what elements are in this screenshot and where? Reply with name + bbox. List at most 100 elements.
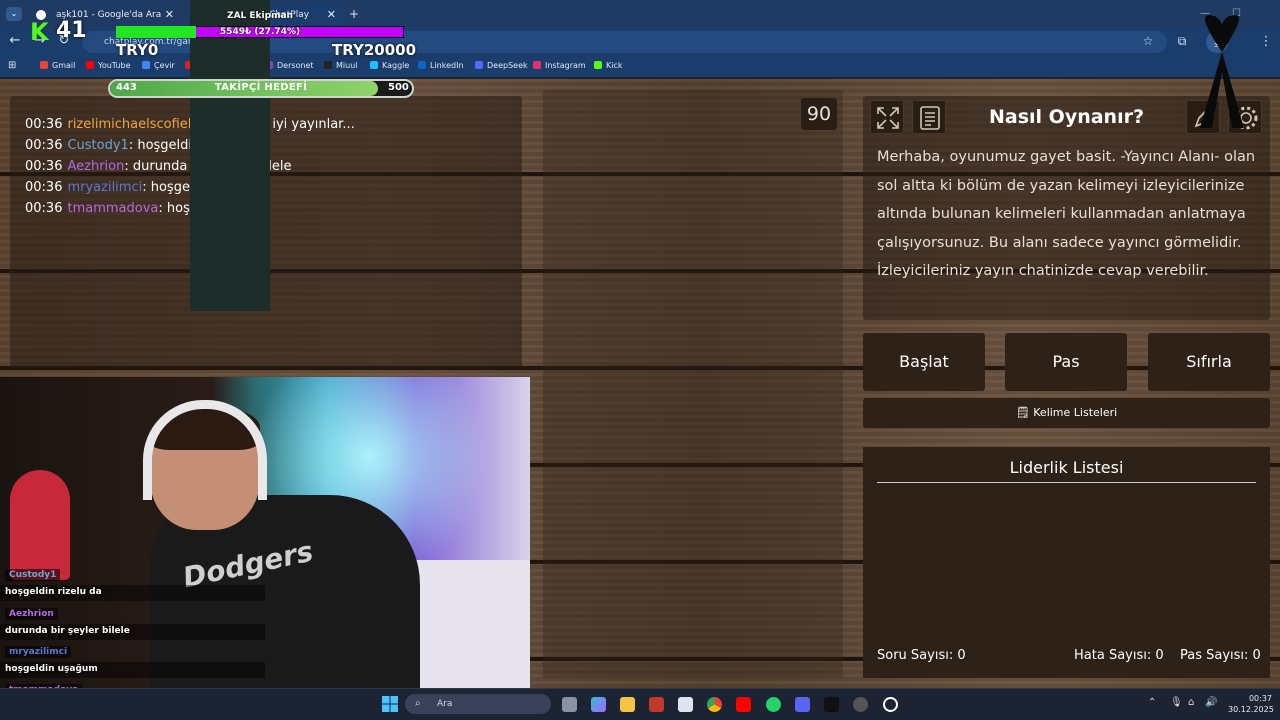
- bookmark-label: LinkedIn: [430, 61, 464, 70]
- copilot-icon[interactable]: [591, 697, 606, 712]
- clock-time: 00:37: [1248, 694, 1272, 703]
- bookmark-label: YouTube: [98, 61, 131, 70]
- whatsapp-icon[interactable]: [766, 697, 781, 712]
- bookmark-miuul[interactable]: Miuul: [324, 61, 358, 70]
- bookmark-kaggle[interactable]: Kaggle: [370, 61, 409, 70]
- start-button[interactable]: Başlat: [863, 333, 985, 391]
- apps-grid-icon[interactable]: ⊞: [8, 60, 16, 71]
- miuul-icon: [324, 61, 332, 69]
- webcam-chair: [10, 470, 70, 580]
- timer-display: 90: [801, 98, 837, 130]
- word-lists-button[interactable]: 🗒 Kelime Listeleri: [863, 398, 1270, 428]
- network-icon[interactable]: ⌂: [1188, 697, 1194, 708]
- chat-username[interactable]: Custody1: [67, 138, 128, 153]
- kick-icon: [594, 61, 602, 69]
- overlay-username: mryazilimci: [5, 646, 72, 658]
- overlay-message: hoşgeldin uşağum: [5, 664, 98, 674]
- bookmark--evir[interactable]: Çevir: [142, 61, 175, 70]
- bookmark-label: DeepSeek: [487, 61, 528, 70]
- star-icon[interactable]: ☆: [1138, 34, 1158, 48]
- chat-username[interactable]: rizelimichaelscofield: [67, 117, 199, 132]
- word-lists-label: Kelime Listeleri: [1033, 406, 1118, 419]
- follower-goal-current: 443: [116, 82, 137, 93]
- chat-time: 00:36: [25, 138, 63, 153]
- menu-icon[interactable]: ⋮: [1256, 34, 1276, 49]
- follower-goal-title: TAKİPÇİ HEDEFİ: [214, 82, 308, 93]
- bookmark-label: Gmail: [52, 61, 76, 70]
- microphone-icon[interactable]: 🎙: [1170, 697, 1183, 708]
- black-ribbon-icon: [1200, 15, 1244, 128]
- chrome-icon[interactable]: [707, 697, 722, 712]
- taskbar: [0, 688, 1280, 720]
- chat-username[interactable]: tmammadova: [67, 201, 158, 216]
- donation-goal-progress: 5549₺ (27.74%): [219, 27, 301, 37]
- how-to-play-text: Merhaba, oyunumuz gayet basit. -Yayıncı …: [877, 149, 1256, 279]
- capcut-icon[interactable]: [824, 697, 839, 712]
- task-view-icon[interactable]: [562, 697, 577, 712]
- kick-logo: K: [30, 18, 50, 46]
- leaderboard-divider: [877, 482, 1256, 483]
- streamer-area: [543, 90, 843, 678]
- store-icon[interactable]: [678, 697, 693, 712]
- extensions-icon[interactable]: ⧉: [1172, 34, 1192, 49]
- new-tab-button[interactable]: +: [349, 7, 359, 21]
- discord-icon[interactable]: [795, 697, 810, 712]
- bookmark-label: Instagram: [545, 61, 586, 70]
- bookmark-label: Kick: [606, 61, 623, 70]
- bookmark-kick[interactable]: Kick: [594, 61, 623, 70]
- back-icon[interactable]: ←: [5, 33, 25, 48]
- tab-search-button[interactable]: ⌄: [6, 7, 22, 21]
- goal-max-label: TRY20000: [332, 41, 417, 59]
- question-count: Soru Sayısı: 0: [877, 648, 966, 663]
- youtube-icon[interactable]: [736, 697, 751, 712]
- goal-min-label: TRY0: [116, 41, 159, 59]
- webcam-wall: [190, 0, 270, 311]
- leaderboard-title: Liderlik Listesi: [1009, 458, 1124, 477]
- taskbar-search-placeholder: Ara: [437, 699, 453, 709]
- clock-date: 30.12.2025: [1228, 705, 1274, 714]
- obs-icon[interactable]: [853, 697, 868, 712]
- bookmark-deepseek[interactable]: DeepSeek: [475, 61, 528, 70]
- bookmark-label: Kaggle: [382, 61, 410, 70]
- bookmark-dersonet[interactable]: Dersonet: [265, 61, 314, 70]
- linkedin-icon: [418, 61, 426, 69]
- overlay-message: hoşgeldin rizelu da: [5, 587, 102, 597]
- pass-count: Pas Sayısı: 0: [1180, 648, 1261, 663]
- app-icon[interactable]: [649, 697, 664, 712]
- kaggle-icon: [370, 61, 378, 69]
- bookmark-linkedin[interactable]: LinkedIn: [418, 61, 464, 70]
- file-explorer-icon[interactable]: [620, 697, 635, 712]
- bookmark-instagram[interactable]: Instagram: [533, 61, 586, 70]
- bookmark-label: Dersonet: [277, 61, 314, 70]
- volume-icon[interactable]: 🔊: [1205, 697, 1217, 708]
- tray-expand-icon[interactable]: ⌃: [1148, 697, 1156, 708]
- close-icon[interactable]: ✕: [165, 4, 174, 26]
- pass-button[interactable]: Pas: [1005, 333, 1127, 391]
- gmail-icon: [40, 61, 48, 69]
- bookmark-gmail[interactable]: Gmail: [40, 61, 75, 70]
- goal-title: ZAL Ekipman: [227, 11, 293, 21]
- windows-start-icon[interactable]: [382, 696, 398, 712]
- viewer-count: 41: [56, 18, 87, 43]
- overlay-username: Aezhrion: [5, 608, 58, 620]
- bookmark-label: Miuul: [336, 61, 358, 70]
- chat-username[interactable]: Aezhrion: [67, 159, 124, 174]
- close-icon[interactable]: ✕: [327, 4, 336, 26]
- chat-time: 00:36: [25, 159, 63, 174]
- reset-button[interactable]: Sıfırla: [1148, 333, 1270, 391]
- app-circle-icon[interactable]: [883, 697, 898, 712]
- bookmark-label: Çevir: [154, 61, 175, 70]
- translate-icon: [142, 61, 150, 69]
- taskbar-search-input[interactable]: ⌕ Ara: [405, 694, 551, 714]
- youtube-icon: [86, 61, 94, 69]
- instagram-icon: [533, 61, 541, 69]
- chat-time: 00:36: [25, 180, 63, 195]
- follower-goal-target: 500: [388, 82, 409, 93]
- taskbar-clock[interactable]: 00:37 30.12.2025: [1228, 693, 1274, 715]
- chat-username[interactable]: mryazilimci: [67, 180, 142, 195]
- chat-time: 00:36: [25, 117, 63, 132]
- overlay-message: durunda bir şeyler bilele: [5, 626, 130, 636]
- deepseek-icon: [475, 61, 483, 69]
- bookmark-youtube[interactable]: YouTube: [86, 61, 131, 70]
- error-count: Hata Sayısı: 0: [1074, 648, 1164, 663]
